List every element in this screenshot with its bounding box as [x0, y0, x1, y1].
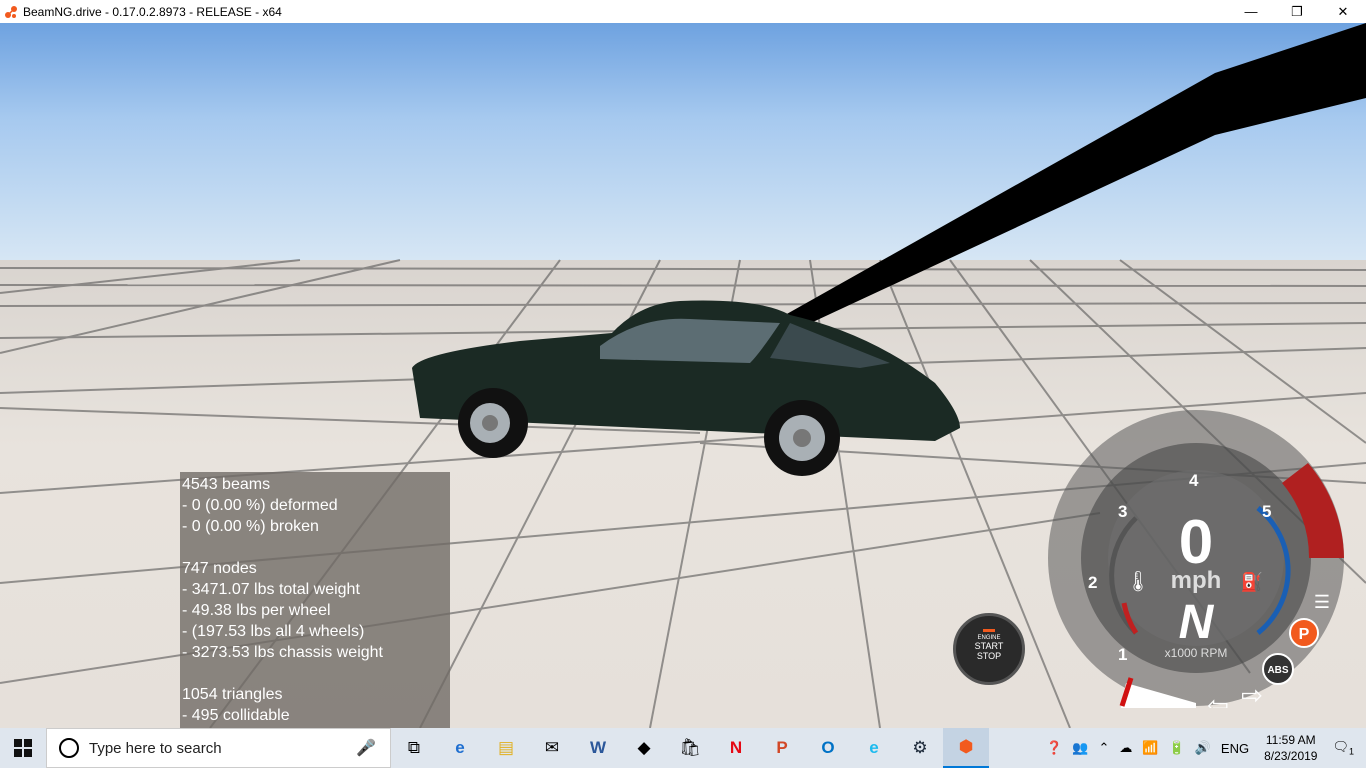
abs-label: ABS — [1267, 665, 1288, 676]
debug-line: 1054 triangles — [182, 686, 283, 703]
tick-label: 3 — [1118, 502, 1127, 521]
beamng-icon[interactable]: ⬢ — [943, 728, 989, 768]
language-indicator[interactable]: ENG — [1216, 741, 1254, 756]
speed-unit: mph — [1171, 567, 1222, 594]
tick-label: 2 — [1088, 573, 1097, 592]
outlook-icon[interactable]: O — [805, 728, 851, 768]
cortana-icon — [59, 738, 79, 758]
start-label: START — [974, 641, 1004, 651]
debug-line: - 3471.07 lbs total weight — [182, 581, 360, 598]
minimize-button[interactable]: — — [1228, 0, 1274, 23]
store-icon[interactable]: 🛍 — [667, 728, 713, 768]
clock-time: 11:59 AM — [1265, 733, 1316, 747]
debug-line: 747 nodes — [182, 560, 257, 577]
steam-icon[interactable]: ⚙ — [897, 728, 943, 768]
engine-indicator — [983, 629, 995, 632]
fuel-icon: ⛽ — [1241, 571, 1263, 592]
gear-indicator: N — [1179, 596, 1215, 649]
mail-icon[interactable]: ✉ — [529, 728, 575, 768]
clock[interactable]: 11:59 AM 8/23/2019 — [1254, 732, 1327, 764]
system-tray: ❓ 👥 ⌃ ☁ 📶 🔋 🔊 ENG 11:59 AM 8/23/2019 🗨1 — [1041, 728, 1366, 768]
black-ramp — [785, 23, 1366, 328]
headlight-icon: ☰ — [1314, 592, 1330, 612]
microphone-icon[interactable]: 🎤 — [356, 738, 376, 758]
notification-count: 1 — [1348, 746, 1354, 757]
debug-line: - 495 collidable — [182, 707, 290, 724]
debug-line — [180, 663, 450, 684]
powerpoint-icon[interactable]: P — [759, 728, 805, 768]
chevron-up-icon[interactable]: ⌃ — [1093, 740, 1114, 756]
turn-left-icon: ⇦ — [1207, 690, 1229, 708]
tick-label: 1 — [1118, 645, 1127, 664]
debug-line: - 49.38 lbs per wheel — [182, 602, 331, 619]
debug-line — [180, 537, 450, 558]
restore-button[interactable]: ❐ — [1274, 0, 1320, 23]
engine-start-stop-button[interactable]: ENGINE START STOP — [953, 613, 1025, 685]
search-placeholder: Type here to search — [89, 739, 222, 757]
debug-line: - 3273.53 lbs chassis weight — [182, 644, 383, 661]
turn-right-icon: ⇨ — [1241, 680, 1263, 708]
taskbar-search-box[interactable]: Type here to search 🎤 — [46, 728, 391, 768]
speedometer-gauge: 1 2 3 4 5 0 mph N x1000 RPM 🌡 ⛽ ☰ P ABS … — [1048, 410, 1344, 708]
beamng-logo-icon — [5, 5, 17, 18]
temperature-icon: 🌡 — [1125, 571, 1150, 593]
wifi-icon[interactable]: 📶 — [1137, 740, 1163, 756]
notifications-icon[interactable]: 🗨1 — [1327, 739, 1366, 757]
people-icon[interactable]: 👥 — [1067, 740, 1093, 756]
taskbar: Type here to search 🎤 ⧉ e ▤ ✉ W ◆ 🛍 N P … — [0, 728, 1366, 768]
edge-icon[interactable]: e — [437, 728, 483, 768]
tick-label: 5 — [1262, 502, 1271, 521]
file-explorer-icon[interactable]: ▤ — [483, 728, 529, 768]
debug-line: - 0 (0.00 %) deformed — [182, 497, 338, 514]
game-viewport[interactable]: 4543 beams - 0 (0.00 %) deformed - 0 (0.… — [0, 23, 1366, 728]
windows-logo-icon — [14, 739, 32, 757]
ie-icon[interactable]: e — [851, 728, 897, 768]
word-icon[interactable]: W — [575, 728, 621, 768]
tick-label: 4 — [1189, 471, 1199, 490]
volume-icon[interactable]: 🔊 — [1190, 740, 1216, 756]
debug-line: 4543 beams — [182, 476, 271, 493]
rpm-label: x1000 RPM — [1165, 646, 1228, 660]
parking-label: P — [1299, 626, 1310, 643]
window-title: BeamNG.drive - 0.17.0.2.8973 - RELEASE -… — [23, 4, 282, 19]
debug-info-panel: 4543 beams - 0 (0.00 %) deformed - 0 (0.… — [180, 472, 450, 728]
task-view-icon[interactable]: ⧉ — [391, 728, 437, 768]
debug-line: - 0 (0.00 %) broken — [182, 518, 319, 535]
onedrive-icon[interactable]: ☁ — [1114, 740, 1137, 756]
title-bar: BeamNG.drive - 0.17.0.2.8973 - RELEASE -… — [0, 0, 1366, 23]
start-button[interactable] — [0, 728, 46, 768]
debug-line: - (197.53 lbs all 4 wheels) — [182, 623, 365, 640]
stop-label: STOP — [976, 651, 1002, 661]
dropbox-icon[interactable]: ◆ — [621, 728, 667, 768]
close-button[interactable]: ✕ — [1320, 0, 1366, 23]
help-icon[interactable]: ❓ — [1041, 740, 1067, 756]
battery-icon[interactable]: 🔋 — [1164, 740, 1190, 756]
clock-date: 8/23/2019 — [1264, 749, 1318, 763]
car-model — [412, 300, 960, 476]
netflix-icon[interactable]: N — [713, 728, 759, 768]
